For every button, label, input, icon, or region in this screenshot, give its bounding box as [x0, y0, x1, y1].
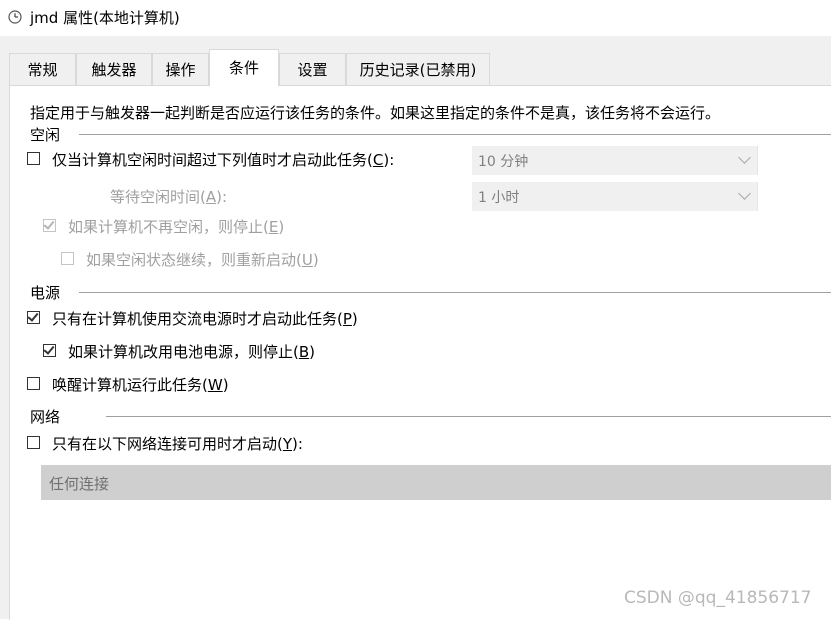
ac-power-only-checkbox[interactable] [27, 310, 40, 324]
clock-icon [8, 10, 22, 24]
network-group-label: 网络 [30, 408, 61, 426]
chevron-down-icon [738, 151, 751, 164]
tab-history[interactable]: 历史记录(已禁用) [346, 53, 490, 85]
title-bar: jmd 属性(本地计算机) [0, 0, 831, 36]
idle-group-divider [79, 134, 831, 135]
idle-group-label: 空闲 [30, 126, 61, 144]
conditions-description: 指定用于与触发器一起判断是否应运行该任务的条件。如果这里指定的条件不是真，该任务… [30, 104, 721, 122]
restart-if-idle-label[interactable]: 如果空闲状态继续，则重新启动(U) [86, 249, 319, 270]
stop-if-not-idle-label[interactable]: 如果计算机不再空闲，则停止(E) [68, 216, 284, 237]
power-group-label: 电源 [30, 284, 61, 302]
tab-strip: 常规 触发器 操作 设置 历史记录(已禁用) 条件 [9, 49, 831, 86]
ac-power-only-label[interactable]: 只有在计算机使用交流电源时才启动此任务(P) [52, 308, 358, 329]
stop-on-battery-label[interactable]: 如果计算机改用电池电源，则停止(B) [68, 341, 315, 362]
network-connection-value: 任何连接 [49, 475, 110, 493]
tab-triggers[interactable]: 触发器 [76, 53, 152, 85]
network-connection-combo[interactable]: 任何连接 [41, 465, 831, 500]
power-group-divider [79, 292, 831, 293]
tab-actions[interactable]: 操作 [152, 53, 209, 85]
restart-if-idle-checkbox[interactable] [61, 252, 74, 265]
start-if-idle-label[interactable]: 仅当计算机空闲时间超过下列值时才启动此任务(C): [52, 149, 394, 170]
tab-settings[interactable]: 设置 [279, 53, 346, 85]
wait-idle-combo[interactable]: 1 小时 [472, 182, 758, 211]
wake-to-run-checkbox[interactable] [27, 377, 40, 390]
idle-duration-value: 10 分钟 [478, 154, 529, 170]
checkmark-icon [43, 218, 55, 230]
stop-on-battery-checkbox[interactable] [43, 343, 56, 357]
network-group-divider [106, 416, 831, 417]
wake-to-run-label[interactable]: 唤醒计算机运行此任务(W) [52, 374, 229, 395]
idle-duration-combo[interactable]: 10 分钟 [472, 146, 758, 175]
checkmark-icon [43, 343, 55, 355]
tab-general[interactable]: 常规 [9, 53, 76, 85]
start-if-idle-checkbox[interactable] [27, 152, 40, 165]
window-title: jmd 属性(本地计算机) [30, 9, 180, 27]
wait-idle-value: 1 小时 [478, 190, 520, 206]
network-only-checkbox[interactable] [27, 436, 40, 449]
wait-idle-label: 等待空闲时间(A): [110, 188, 228, 206]
network-only-label[interactable]: 只有在以下网络连接可用时才启动(Y): [52, 433, 303, 454]
checkmark-icon [27, 310, 39, 322]
tab-conditions[interactable]: 条件 [209, 49, 279, 86]
chevron-down-icon [738, 187, 751, 200]
watermark: CSDN @qq_41856717 [624, 588, 812, 608]
stop-if-not-idle-checkbox[interactable] [43, 218, 56, 232]
